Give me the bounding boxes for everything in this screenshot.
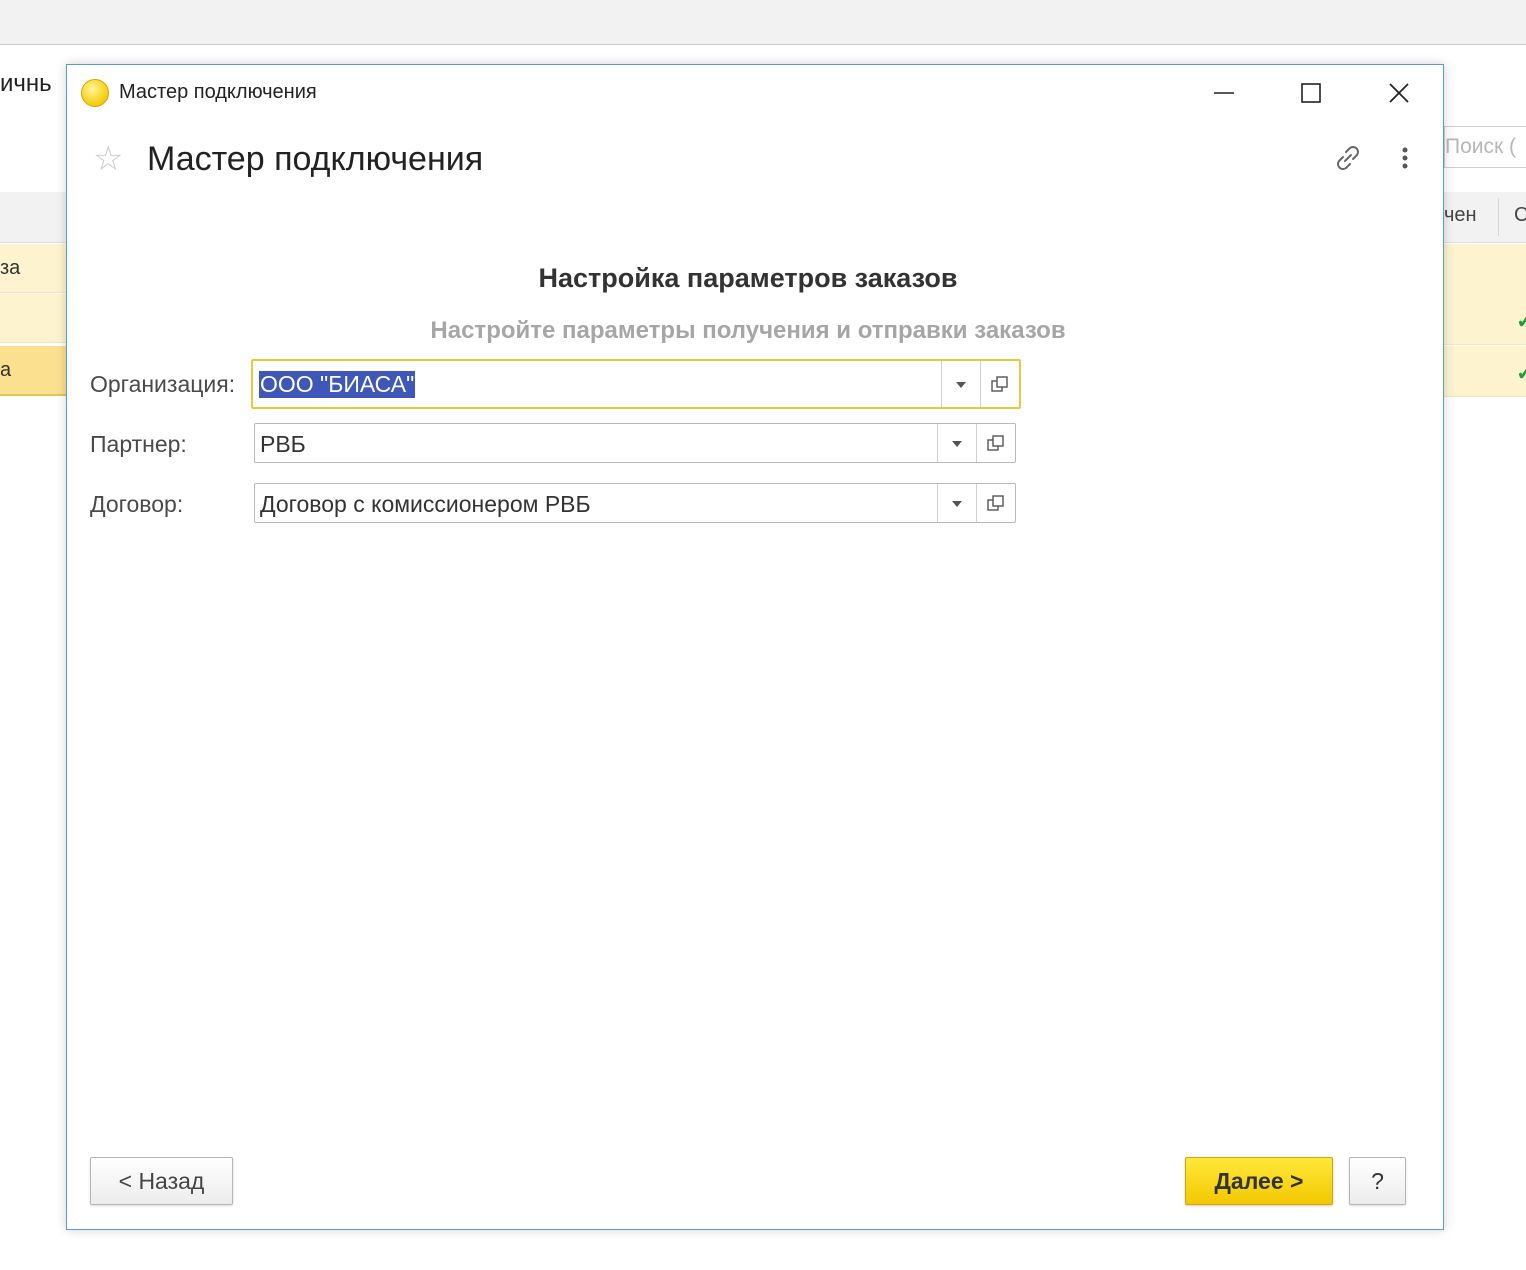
- maximize-icon: [1301, 83, 1321, 103]
- dropdown-arrow-icon[interactable]: [937, 424, 976, 462]
- partner-value[interactable]: РВБ: [260, 431, 306, 458]
- more-vertical-icon[interactable]: [1397, 145, 1413, 178]
- background-toolbar: [0, 0, 1526, 45]
- minimize-button[interactable]: [1202, 73, 1246, 113]
- background-search-input[interactable]: Поиск (: [1444, 126, 1526, 168]
- section-subtitle: Настройте параметры получения и отправки…: [430, 317, 1066, 344]
- contract-field[interactable]: Договор с комиссионером РВБ: [254, 483, 1016, 523]
- background-page-title: ичнь: [0, 70, 52, 97]
- column-header[interactable]: С: [1514, 204, 1526, 227]
- back-button[interactable]: < Назад: [90, 1157, 233, 1205]
- open-icon[interactable]: [976, 484, 1015, 522]
- dropdown-arrow-icon[interactable]: [941, 361, 980, 407]
- contract-value[interactable]: Договор с комиссионером РВБ: [260, 491, 591, 518]
- background-table-header-right: чен С: [1444, 192, 1526, 243]
- next-button[interactable]: Далее >: [1185, 1157, 1333, 1205]
- organization-value[interactable]: ООО "БИАСА": [259, 371, 416, 398]
- contract-label: Договор:: [90, 491, 184, 517]
- minimize-icon: [1214, 92, 1234, 94]
- link-icon[interactable]: [1331, 141, 1365, 180]
- column-divider: [1498, 198, 1499, 236]
- check-icon: ✓: [1516, 360, 1526, 385]
- maximize-button[interactable]: [1289, 73, 1333, 113]
- dropdown-arrow-icon[interactable]: [937, 484, 976, 522]
- background-table-row-right[interactable]: [1444, 244, 1526, 295]
- background-table-row[interactable]: [0, 294, 67, 343]
- open-icon[interactable]: [980, 361, 1019, 407]
- open-icon[interactable]: [976, 424, 1015, 462]
- organization-label: Организация:: [90, 371, 236, 397]
- background-table-row-right[interactable]: ✓: [1444, 294, 1526, 345]
- window-titlebar[interactable]: Мастер подключения: [67, 65, 1443, 121]
- form-header: ☆ Мастер подключения: [67, 129, 1443, 189]
- organization-field[interactable]: ООО "БИАСА": [251, 359, 1021, 409]
- close-icon: [1389, 83, 1409, 103]
- column-header[interactable]: чен: [1444, 204, 1477, 227]
- background-table-row[interactable]: за: [0, 244, 67, 293]
- section-title: Настройка параметров заказов: [538, 263, 958, 293]
- check-icon: ✓: [1516, 308, 1526, 333]
- help-button[interactable]: ?: [1349, 1157, 1406, 1205]
- partner-field[interactable]: РВБ: [254, 423, 1016, 463]
- background-table-header: [0, 192, 67, 243]
- background-table-row-right[interactable]: ✓: [1444, 346, 1526, 397]
- window-title: Мастер подключения: [119, 81, 317, 103]
- partner-label: Партнер:: [90, 431, 187, 457]
- app-circle-icon: [81, 79, 109, 107]
- star-icon[interactable]: ☆: [93, 139, 123, 179]
- form-title: Мастер подключения: [147, 140, 484, 178]
- connection-wizard-dialog: Мастер подключения ☆ Мастер подключения: [66, 64, 1444, 1230]
- background-table-row[interactable]: а: [0, 346, 67, 396]
- close-button[interactable]: [1377, 73, 1421, 113]
